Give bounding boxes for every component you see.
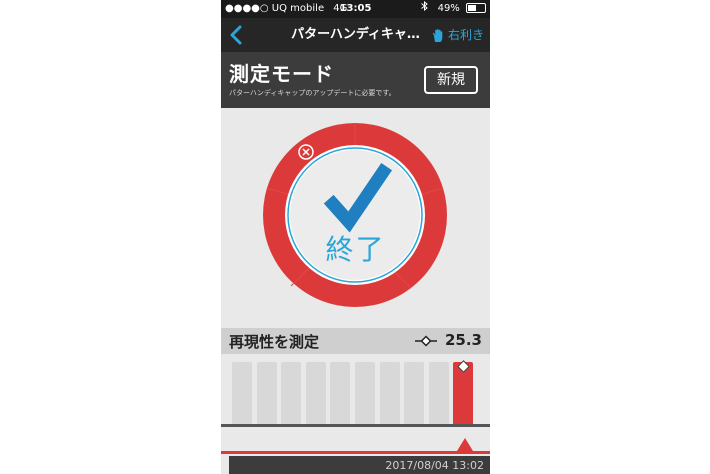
history-date: 2017/08/04 13:02 (385, 459, 484, 472)
mode-title: 測定モード (229, 62, 334, 86)
close-circle-icon[interactable] (298, 144, 314, 160)
phone-screen: ●●●●○ UQ mobile 4G 13:05 49% パターハンディキャ… … (221, 0, 490, 474)
nav-bar: パターハンディキャ… 右利き (221, 18, 490, 52)
current-indicator (457, 438, 473, 451)
mode-subtitle: パターハンディキャップのアップデートに必要です。 (229, 89, 396, 97)
history-bar[interactable] (330, 362, 351, 424)
measurement-title: 再現性を測定 (229, 333, 320, 351)
date-bar: 2017/08/04 13:02 (229, 456, 490, 474)
measurement-value-group: 25.3 (414, 331, 482, 349)
history-bar[interactable] (379, 362, 400, 424)
handedness-toggle[interactable]: 右利き (432, 18, 484, 52)
battery-percent: 49% (437, 3, 460, 14)
history-bar[interactable] (281, 362, 302, 424)
status-bar: ●●●●○ UQ mobile 4G 13:05 49% (221, 0, 490, 18)
measurement-value: 25.3 (444, 331, 482, 349)
history-bar[interactable] (428, 362, 449, 424)
history-bar[interactable] (305, 362, 326, 424)
chevron-left-icon[interactable] (227, 24, 247, 46)
baseline (221, 424, 490, 427)
history-bar[interactable] (256, 362, 277, 424)
history-bar[interactable] (355, 362, 375, 424)
diamond-line-icon (414, 334, 437, 347)
battery-icon (466, 3, 486, 13)
progress-dial (263, 123, 447, 307)
bluetooth-icon (421, 0, 429, 18)
history-chart: 2017/08/04 13:02 (221, 354, 490, 474)
status-right: 49% (421, 0, 486, 18)
new-button[interactable]: 新規 (424, 66, 478, 94)
measurement-header: 再現性を測定 25.3 (221, 328, 490, 354)
hand-label: 右利き (447, 28, 484, 42)
battery-fill (468, 5, 476, 11)
red-divider (221, 451, 490, 454)
history-bar[interactable] (232, 362, 252, 424)
history-bar[interactable] (404, 362, 425, 424)
finish-label: 終了 (325, 233, 386, 266)
hand-icon (433, 28, 443, 42)
nav-title: パターハンディキャ… (291, 27, 420, 42)
mode-header: 測定モード パターハンディキャップのアップデートに必要です。 新規 (221, 52, 490, 108)
dial-area (221, 108, 490, 328)
